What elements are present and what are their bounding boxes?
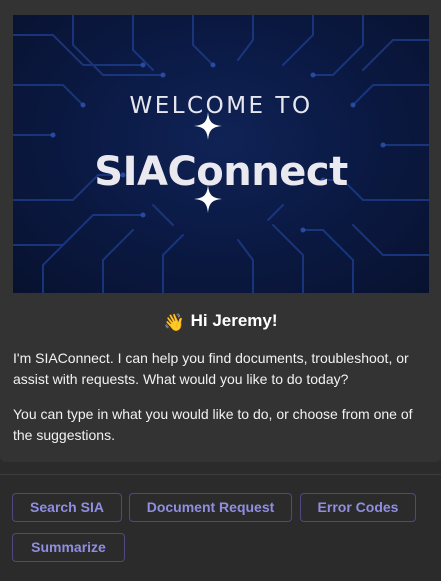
greeting-heading: 👋 Hi Jeremy! [0, 311, 441, 333]
chat-panel: WELCOME TO SIAConnect 👋 Hi Jeremy! I'm SI… [0, 0, 441, 581]
greeting-text: Hi Jeremy! [190, 311, 278, 330]
search-sia-button[interactable]: Search SIA [12, 493, 122, 522]
summarize-button[interactable]: Summarize [12, 533, 125, 562]
instruction-message: You can type in what you would like to d… [13, 406, 413, 443]
waving-hand-icon: 👋 [163, 313, 185, 332]
sparkle-icon [194, 112, 222, 140]
divider [0, 474, 441, 475]
welcome-card: WELCOME TO SIAConnect 👋 Hi Jeremy! I'm SI… [0, 0, 441, 462]
sparkle-icon [194, 185, 222, 213]
error-codes-button[interactable]: Error Codes [300, 493, 416, 522]
intro-message: I'm SIAConnect. I can help you find docu… [13, 350, 409, 387]
hero-banner: WELCOME TO SIAConnect [13, 15, 429, 293]
document-request-button[interactable]: Document Request [129, 493, 292, 522]
